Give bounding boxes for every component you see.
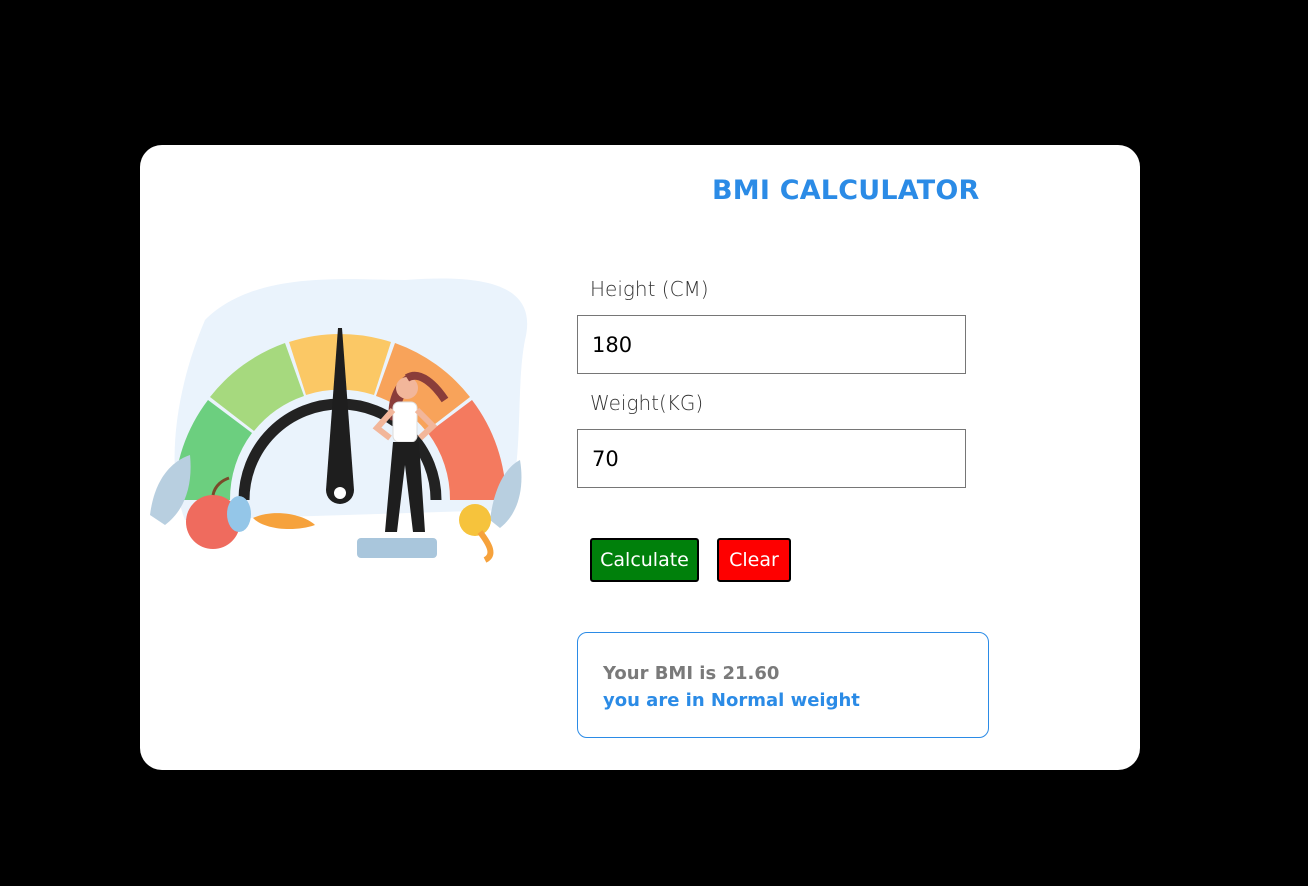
clear-button[interactable]: Clear — [717, 538, 791, 582]
tape-measure-icon — [459, 504, 494, 563]
bmi-card: BMI CALCULATOR Height (CM) 180 Weight(KG… — [140, 145, 1140, 770]
result-box: Your BMI is 21.60 you are in Normal weig… — [577, 632, 989, 738]
height-label: Height (CM) — [590, 277, 709, 301]
height-input[interactable] — [577, 315, 966, 374]
weight-label: Weight(KG) — [590, 391, 704, 415]
calculate-button[interactable]: Calculate — [590, 538, 699, 582]
bmi-category-text: you are in Normal weight — [603, 690, 860, 711]
bmi-value-text: Your BMI is 21.60 — [603, 663, 780, 684]
bmi-gauge-illustration — [150, 278, 528, 563]
page-title: BMI CALCULATOR — [712, 175, 980, 206]
weight-input[interactable] — [577, 429, 966, 488]
scale-icon — [357, 538, 437, 558]
